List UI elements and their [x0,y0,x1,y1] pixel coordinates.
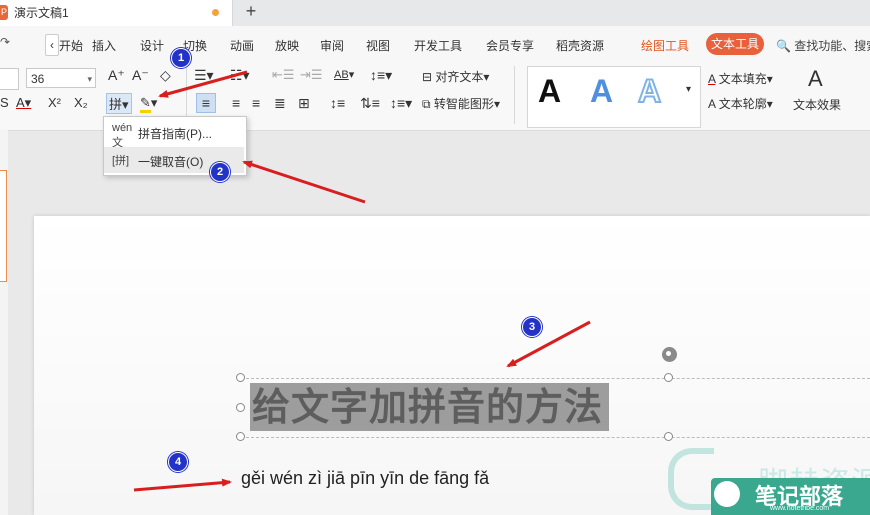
annotation-badge-4: 4 [168,452,188,472]
annotation-badge-1: 1 [171,48,191,68]
annotation-arrow-4 [133,478,232,492]
annotation-arrow-1 [158,70,248,98]
annotation-arrow-3 [506,320,591,368]
annotation-arrows [133,70,591,492]
annotation-arrow-2 [242,160,366,204]
annotation-badge-2: 2 [210,162,230,182]
annotation-badge-3: 3 [522,317,542,337]
